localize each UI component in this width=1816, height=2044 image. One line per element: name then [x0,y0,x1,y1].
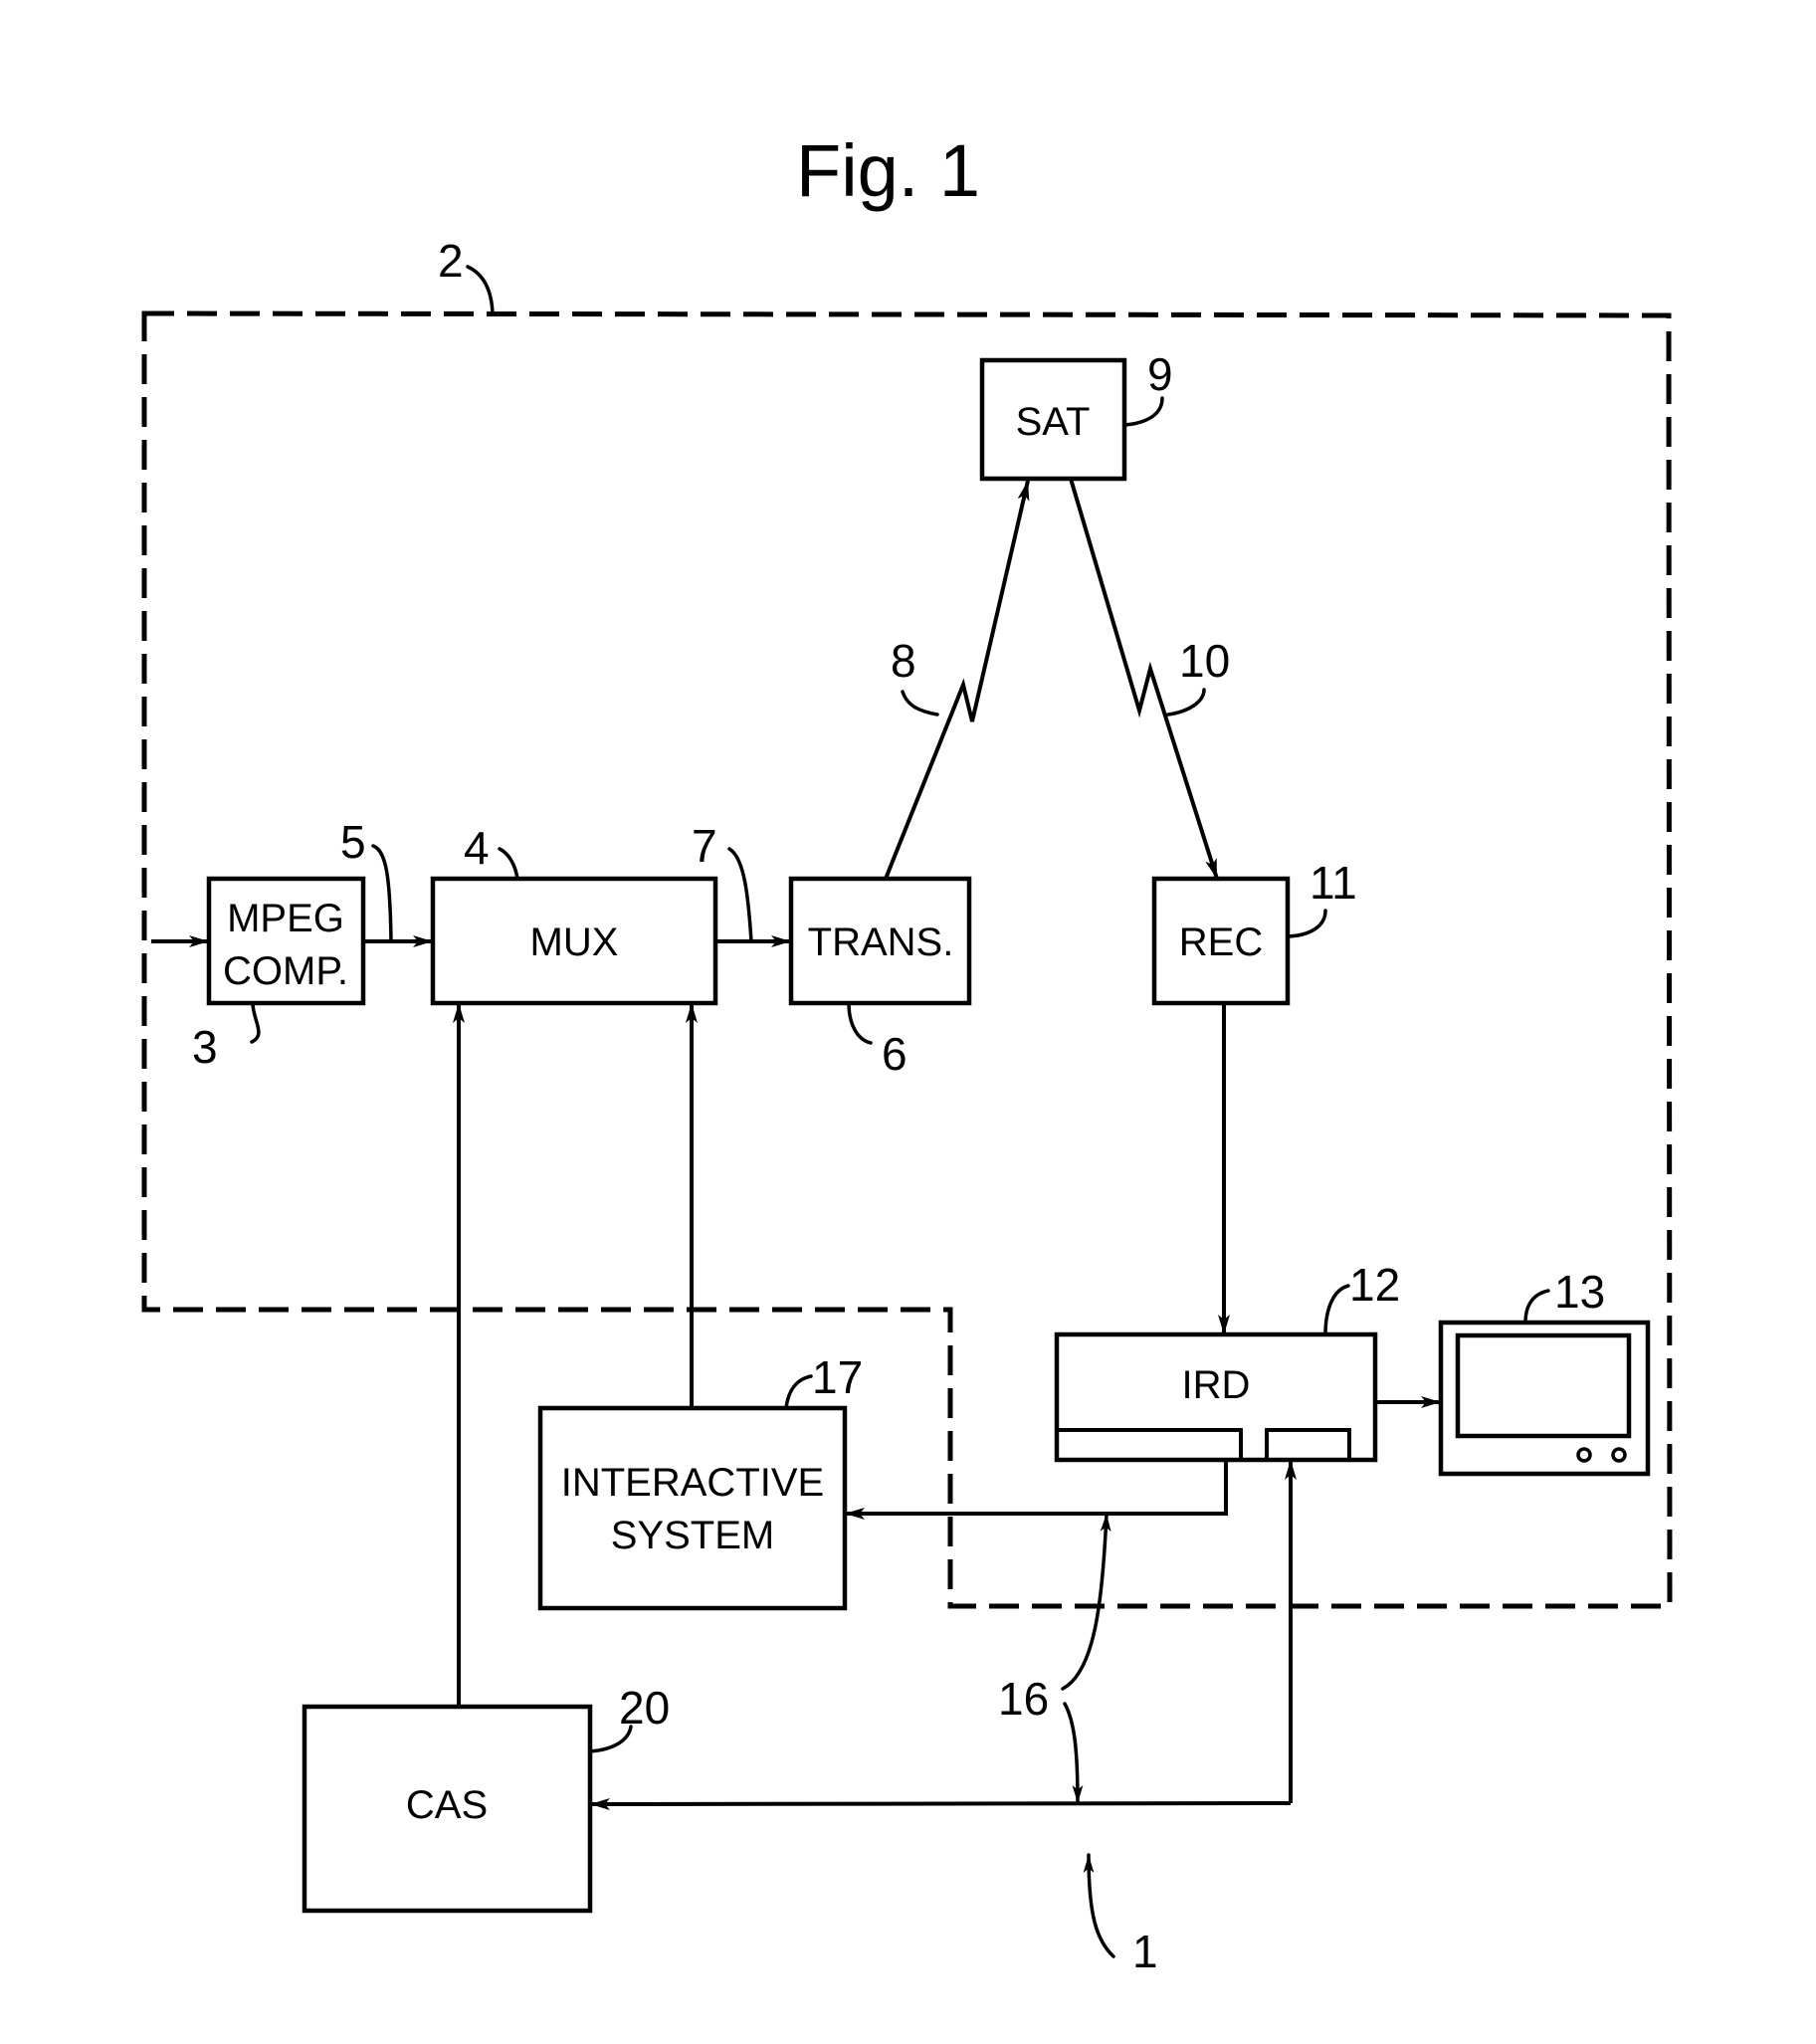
interactive-label-line1: INTERACTIVE [561,1461,824,1505]
ref-20: 20 [619,1682,670,1734]
link-return-to-cas [589,1797,1292,1810]
interactive-system-block[interactable] [537,1405,848,1611]
ref-leader-2 [466,265,495,315]
sat-label: SAT [1016,400,1091,444]
ref-5: 5 [340,816,366,868]
diagram-canvas: Fig. 1 2 MPEG COMP. 3 5 MUX 4 7 TRANS. 6… [141,129,1673,1977]
rec-label: REC [1179,920,1263,964]
trans-label: TRANS. [808,920,954,964]
ref-leader-7 [727,847,753,943]
mux-label: MUX [530,920,619,964]
ref-leader-10 [1166,688,1206,716]
link-ird-to-interactive [845,1460,1228,1520]
ref-4: 4 [464,822,490,874]
ref-leader-9 [1122,396,1164,427]
ref-leader-1 [1083,1853,1115,1958]
cas-label: CAS [406,1783,488,1827]
ref-10: 10 [1179,635,1230,687]
mpeg-label-line1: MPEG [227,897,344,940]
tv-screen [1455,1332,1632,1439]
ref-13: 13 [1554,1266,1605,1318]
ref-16: 16 [998,1673,1049,1725]
ref-6: 6 [882,1028,908,1080]
ref-11: 11 [1310,857,1357,909]
ref-9: 9 [1147,348,1173,400]
ref-7: 7 [692,820,717,872]
ird-label: IRD [1182,1363,1251,1407]
ref-leader-12 [1323,1284,1350,1336]
ref-1: 1 [1132,1926,1158,1977]
ref-leader-3 [250,1001,261,1044]
ref-leader-16-up [1061,1512,1111,1691]
ref-3: 3 [192,1021,218,1073]
figure-title: Fig. 1 [796,129,980,212]
ref-8: 8 [891,635,916,687]
ref-12: 12 [1349,1259,1400,1311]
ref-leader-13 [1523,1289,1550,1325]
ref-17: 17 [812,1351,863,1403]
ref-leader-5 [371,844,393,943]
interactive-label-line2: SYSTEM [611,1514,774,1557]
ref-leader-16-down [1063,1702,1084,1805]
mpeg-label-line2: COMP. [223,949,348,993]
ref-leader-17 [784,1374,813,1410]
ref-2: 2 [438,235,464,287]
ref-leader-4 [498,847,519,881]
ref-leader-6 [847,1001,873,1045]
ref-leader-8 [901,690,939,716]
ref-leader-11 [1286,909,1327,938]
